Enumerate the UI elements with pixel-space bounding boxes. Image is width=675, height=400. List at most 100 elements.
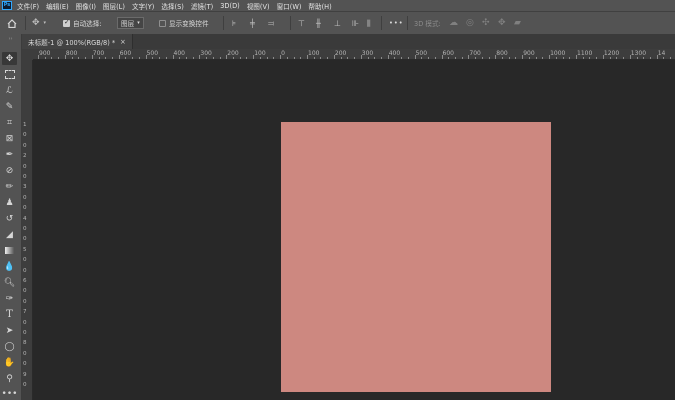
ruler-label: 9: [23, 371, 27, 378]
dodge-tool-icon: 🔍︎: [3, 277, 16, 288]
ruler-minor-tick: [85, 57, 87, 59]
distribute-button[interactable]: ⊪: [352, 12, 359, 34]
ruler-origin[interactable]: [22, 49, 33, 60]
type-tool-button[interactable]: T: [2, 308, 17, 321]
frame-tool-button[interactable]: ⊠: [2, 132, 17, 145]
home-button[interactable]: [7, 12, 17, 34]
ruler-minor-tick: [643, 57, 645, 59]
align-right-button[interactable]: ⫤: [268, 12, 274, 34]
ruler-label: 3: [23, 184, 27, 191]
3d-orbit-button[interactable]: ☁: [449, 12, 458, 34]
pen-tool-button[interactable]: ✑: [2, 292, 17, 305]
home-icon: [7, 18, 17, 28]
brush-tool-button[interactable]: ✏: [2, 180, 17, 193]
3d-scale-button[interactable]: ▰: [514, 12, 521, 34]
ruler-label: 0: [23, 382, 27, 388]
vertical-ruler[interactable]: 1 0 0 2 0 0 3 0 0 4 0 0 5 0 0 6 0 0 7 0 0 8 0 0 9 0: [22, 60, 33, 400]
ruler-label: 0: [23, 319, 27, 326]
menu-select[interactable]: 选择(S): [161, 1, 184, 11]
align-left-button[interactable]: ⊧: [232, 12, 236, 34]
more-tools-button[interactable]: •••: [1, 387, 18, 400]
auto-select-checkbox[interactable]: 自动选择:: [63, 12, 102, 34]
show-transform-checkbox[interactable]: 显示变换控件: [159, 12, 209, 34]
eraser-tool-button[interactable]: ◢: [2, 228, 17, 241]
dodge-tool-button[interactable]: 🔍︎: [2, 276, 17, 289]
ruler-label: 4: [23, 215, 27, 222]
menu-window[interactable]: 窗口(W): [277, 1, 302, 11]
crop-tool-icon: ⌗: [6, 117, 13, 128]
menu-3d[interactable]: 3D(D): [220, 2, 240, 10]
ruler-minor-tick: [293, 57, 295, 59]
show-transform-check-icon: [159, 19, 166, 27]
document-tab[interactable]: 未标题-1 @ 100%(RGB/8) * ×: [22, 34, 133, 49]
path-select-tool-button[interactable]: ➤: [2, 324, 17, 337]
ruler-label: 100: [254, 50, 266, 57]
ruler-minor-tick: [354, 57, 356, 59]
menu-filter[interactable]: 滤镜(T): [191, 1, 213, 11]
move-tool-preset-button[interactable]: ✥ ▾: [32, 12, 46, 34]
slide-icon: ✥: [498, 17, 506, 28]
panel-grip-icon[interactable]: ››: [3, 36, 18, 42]
ruler-minor-tick: [58, 57, 60, 59]
ruler-minor-tick: [347, 57, 349, 59]
ruler-minor-tick: [461, 57, 463, 59]
align-horizontal-center-icon: ╪: [250, 18, 255, 28]
ellipse-tool-button[interactable]: ◯: [2, 340, 17, 353]
3d-roll-button[interactable]: ◎: [466, 12, 474, 34]
ruler-minor-tick: [185, 57, 187, 59]
3d-slide-button[interactable]: ✥: [498, 12, 506, 34]
spot-healing-tool-button[interactable]: ⊘: [2, 164, 17, 177]
ruler-label: 0: [23, 267, 27, 274]
clone-stamp-tool-button[interactable]: ♟: [2, 196, 17, 209]
more-options-button[interactable]: •••: [389, 12, 404, 34]
orbit-icon: ☁: [449, 17, 458, 28]
ruler-minor-tick: [535, 57, 537, 59]
menu-file[interactable]: 文件(F): [17, 1, 39, 11]
gradient-tool-button[interactable]: [2, 244, 17, 257]
blur-tool-button[interactable]: 💧: [2, 260, 17, 273]
ruler-minor-tick: [132, 57, 134, 59]
horizontal-ruler[interactable]: 900 800 700 600 500 400 300 200 100 0 100 200 300 400…: [33, 49, 675, 60]
eyedropper-tool-icon: ✒: [5, 149, 14, 160]
eyedropper-tool-button[interactable]: ✒: [2, 148, 17, 161]
move-tool-button[interactable]: ✥: [2, 52, 17, 65]
align-bottom-button[interactable]: ⊥: [334, 12, 341, 34]
menu-view[interactable]: 视图(V): [247, 1, 270, 11]
3d-pan-button[interactable]: ✣: [482, 12, 490, 34]
lasso-tool-button[interactable]: ℒ: [2, 84, 17, 97]
options-bar: ✥ ▾ 自动选择: 图层 ▾ 显示变换控件 ⊧ ╪ ⫤ ⊤ ╫ ⊥ ⊪ ⫼ ••…: [0, 11, 675, 34]
menu-image[interactable]: 图像(I): [76, 1, 96, 11]
ruler-label: 0: [281, 50, 285, 57]
ruler-label: 0: [23, 132, 27, 139]
ruler-label: 14: [657, 50, 666, 57]
ruler-minor-tick: [502, 57, 504, 59]
hand-tool-button[interactable]: ✋: [2, 356, 17, 369]
crop-tool-button[interactable]: ⌗: [2, 116, 17, 129]
align-h-center-button[interactable]: ╪: [250, 12, 255, 34]
3d-mode-label-group: 3D 模式:: [414, 12, 441, 34]
marquee-tool-button[interactable]: [2, 68, 17, 81]
menu-help[interactable]: 帮助(H): [308, 1, 331, 11]
zoom-tool-button[interactable]: ⚲: [2, 372, 17, 385]
distribute-spacing-button[interactable]: ⫼: [367, 12, 371, 34]
more-tools-icon: •••: [1, 388, 18, 399]
distribute-spacing-icon: ⫼: [367, 18, 371, 28]
align-top-button[interactable]: ⊤: [298, 12, 305, 34]
marquee-tool-icon: [4, 70, 15, 79]
history-brush-tool-button[interactable]: ↺: [2, 212, 17, 225]
ruler-minor-tick: [407, 57, 409, 59]
canvas-workspace[interactable]: [33, 60, 675, 400]
hand-tool-icon: ✋: [3, 357, 16, 368]
document-canvas[interactable]: [281, 122, 551, 392]
ruler-minor-tick: [51, 57, 53, 59]
menu-edit[interactable]: 编辑(E): [46, 1, 69, 11]
quick-select-tool-button[interactable]: ✎: [2, 100, 17, 113]
align-v-center-button[interactable]: ╫: [316, 12, 321, 34]
ruler-label: 300: [361, 50, 374, 57]
ruler-minor-tick: [105, 57, 107, 59]
move-icon: ✥: [32, 17, 40, 28]
close-icon[interactable]: ×: [120, 38, 126, 46]
menu-type[interactable]: 文字(Y): [132, 1, 154, 11]
menu-layer[interactable]: 图层(L): [103, 1, 125, 11]
layer-group-dropdown[interactable]: 图层 ▾: [117, 17, 144, 29]
